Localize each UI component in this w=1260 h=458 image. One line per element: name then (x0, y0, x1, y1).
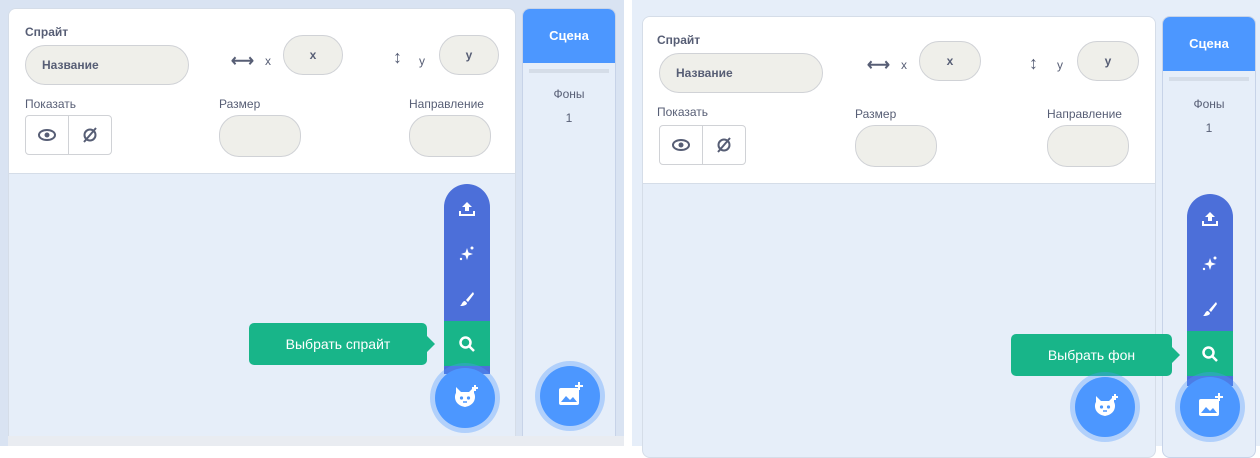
surprise-backdrop-button[interactable] (1187, 241, 1233, 286)
eye-off-icon (717, 137, 731, 153)
eye-icon (38, 129, 56, 141)
sprite-info-left: Спрайт Название ⟷ x x ↕ y y Показать Раз… (9, 9, 515, 174)
choose-sprite-button[interactable] (444, 321, 490, 366)
backdrops-label: Фоны (553, 87, 585, 101)
show-toggle (659, 125, 746, 165)
backdrop-menu-right (1187, 194, 1233, 386)
stage-divider (529, 69, 609, 73)
size-label: Размер (855, 107, 897, 121)
x-input[interactable]: x (283, 35, 343, 75)
backdrops-label: Фоны (1193, 97, 1225, 111)
size-label: Размер (219, 97, 261, 111)
backdrops-count: 1 (1205, 121, 1213, 135)
eye-icon (672, 139, 690, 151)
search-icon (1202, 345, 1218, 362)
sprite-label: Спрайт (657, 33, 701, 47)
add-sprite-button-left[interactable] (435, 368, 495, 428)
paint-sprite-button[interactable] (444, 276, 490, 321)
direction-input[interactable] (1047, 125, 1129, 167)
x-input[interactable]: x (919, 41, 981, 81)
direction-input[interactable] (409, 115, 491, 157)
size-input[interactable] (855, 125, 937, 167)
show-label: Показать (25, 97, 77, 111)
sprite-info-right: Спрайт Название ⟷ x x ↕ y y Показать Раз… (643, 17, 1155, 184)
add-sprite-cat-icon (454, 385, 478, 407)
backdrops-count: 1 (565, 111, 573, 125)
x-label: x (901, 58, 907, 72)
direction-label: Направление (409, 97, 484, 111)
show-label: Показать (657, 105, 709, 119)
upload-backdrop-button[interactable] (1187, 196, 1233, 241)
show-hidden-button[interactable] (702, 126, 745, 164)
show-visible-button[interactable] (26, 116, 68, 154)
paint-brush-icon (460, 291, 474, 306)
add-backdrop-button-right[interactable] (1180, 377, 1240, 437)
surprise-sparkle-icon (1202, 256, 1217, 270)
surprise-sprite-button[interactable] (444, 231, 490, 276)
eye-off-icon (83, 127, 97, 143)
stage-header[interactable]: Сцена (1163, 17, 1255, 71)
y-label: y (419, 54, 425, 68)
show-visible-button[interactable] (660, 126, 702, 164)
vertical-arrow-icon: ↕ (393, 47, 402, 67)
choose-backdrop-button[interactable] (1187, 331, 1233, 376)
horizontal-arrow-icon: ⟷ (867, 57, 890, 74)
sprite-name-input[interactable]: Название (25, 45, 189, 85)
surprise-sparkle-icon (459, 246, 474, 260)
sprite-menu-left (444, 184, 490, 374)
left-bottom-strip (8, 436, 624, 446)
paint-backdrop-button[interactable] (1187, 286, 1233, 331)
upload-sprite-button[interactable] (444, 186, 490, 231)
paint-brush-icon (1203, 301, 1217, 316)
show-hidden-button[interactable] (68, 116, 111, 154)
stage-header[interactable]: Сцена (523, 9, 615, 63)
add-sprite-cat-icon (1094, 394, 1118, 416)
horizontal-arrow-icon: ⟷ (231, 53, 254, 70)
upload-icon (1202, 211, 1218, 226)
choose-backdrop-tooltip: Выбрать фон (1011, 334, 1180, 376)
y-input[interactable]: y (439, 35, 499, 75)
sprite-name-input[interactable]: Название (659, 53, 823, 93)
upload-icon (459, 201, 475, 216)
size-input[interactable] (219, 115, 301, 157)
x-label: x (265, 54, 271, 68)
add-backdrop-image-icon (1199, 393, 1223, 416)
add-backdrop-button-left[interactable] (540, 366, 600, 426)
y-input[interactable]: y (1077, 41, 1139, 81)
add-sprite-button-right[interactable] (1075, 377, 1135, 437)
direction-label: Направление (1047, 107, 1122, 121)
sprite-label: Спрайт (25, 25, 69, 39)
search-icon (459, 335, 475, 352)
vertical-arrow-icon: ↕ (1029, 53, 1038, 73)
add-backdrop-image-icon (559, 382, 583, 405)
y-label: y (1057, 58, 1063, 72)
choose-sprite-tooltip: Выбрать спрайт (249, 323, 435, 365)
stage-divider (1169, 77, 1249, 81)
show-toggle (25, 115, 112, 155)
